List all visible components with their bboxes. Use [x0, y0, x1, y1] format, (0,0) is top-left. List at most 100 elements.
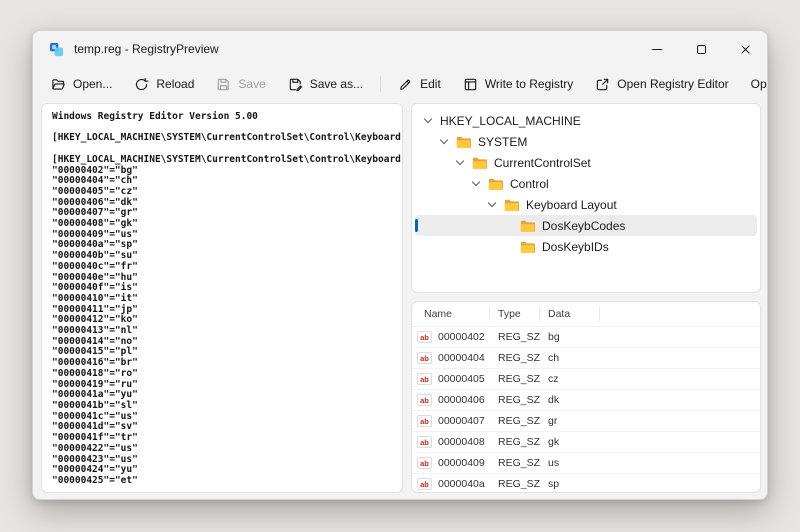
cell-data: dk — [540, 394, 559, 406]
cell-data: bg — [540, 331, 560, 343]
cell-type: REG_SZ — [490, 457, 540, 469]
toolbar-button-label: Open... — [73, 77, 112, 91]
column-header-data: Data — [540, 307, 600, 321]
registry-tree: HKEY_LOCAL_MACHINE SYSTEM CurrentControlSe… — [411, 103, 761, 293]
folder-icon — [520, 220, 535, 232]
folder-icon — [472, 157, 487, 169]
close-icon — [740, 44, 751, 55]
string-value-icon: ab — [417, 394, 432, 406]
cell-name: 0000040a — [432, 478, 490, 490]
tree-item-control[interactable]: Control — [415, 173, 757, 194]
value-row-00000405[interactable]: ab00000405REG_SZcz — [412, 368, 760, 389]
cell-name: 00000406 — [432, 394, 490, 406]
save-as-icon — [288, 77, 303, 92]
cell-type: REG_SZ — [490, 436, 540, 448]
write-registry-icon — [463, 77, 478, 92]
grid-body: ab00000402REG_SZbgab00000404REG_SZchab00… — [412, 326, 760, 493]
cell-type: REG_SZ — [490, 373, 540, 385]
tree-item-label: HKEY_LOCAL_MACHINE — [440, 114, 581, 128]
close-button[interactable] — [723, 31, 767, 67]
values-grid: Name Type Data ab00000402REG_SZbgab00000… — [411, 301, 761, 493]
chevron-down-icon[interactable] — [472, 178, 480, 186]
minimize-button[interactable] — [635, 31, 679, 67]
window-title: temp.reg - RegistryPreview — [74, 42, 219, 56]
cell-type: REG_SZ — [490, 352, 540, 364]
save-icon — [216, 77, 231, 92]
toolbar-button-save[interactable]: Save — [206, 71, 275, 97]
folder-icon — [520, 241, 535, 253]
folder-icon — [456, 136, 471, 148]
chevron-down-icon[interactable] — [456, 157, 464, 165]
tree-item-label: Control — [510, 177, 549, 191]
toolbar-button-open-registry-editor[interactable]: Open Registry Editor — [585, 71, 738, 97]
caption-buttons — [635, 31, 767, 67]
toolbar-button-open-key[interactable]: Open Key — [741, 71, 768, 97]
cell-data: ch — [540, 352, 559, 364]
toolbar: Open... Reload Save Save as... Edit Write to … — [33, 67, 767, 101]
tree-item-label: DosKeybIDs — [542, 240, 609, 254]
tree-item-label: Keyboard Layout — [526, 198, 617, 212]
toolbar-button-label: Save — [238, 77, 265, 91]
cell-name: 00000409 — [432, 457, 490, 469]
toolbar-button-label: Write to Registry — [485, 77, 573, 91]
toolbar-separator — [380, 76, 381, 92]
tree-item-currentcontrolset[interactable]: CurrentControlSet — [415, 152, 757, 173]
string-value-icon: ab — [417, 436, 432, 448]
chevron-down-icon[interactable] — [424, 115, 432, 123]
string-value-icon: ab — [417, 352, 432, 364]
open-external-icon — [595, 77, 610, 92]
toolbar-button-label: Open Registry Editor — [617, 77, 728, 91]
tree-item-doskeybids[interactable]: DosKeybIDs — [415, 236, 757, 257]
string-value-icon: ab — [417, 415, 432, 427]
toolbar-button-write-to-registry[interactable]: Write to Registry — [453, 71, 583, 97]
cell-name: 00000407 — [432, 415, 490, 427]
toolbar-button-label: Reload — [156, 77, 194, 91]
cell-name: 00000408 — [432, 436, 490, 448]
string-value-icon: ab — [417, 478, 432, 490]
toolbar-button-save-as[interactable]: Save as... — [278, 71, 373, 97]
grid-header: Name Type Data — [412, 302, 760, 326]
value-row-00000404[interactable]: ab00000404REG_SZch — [412, 347, 760, 368]
value-row-00000408[interactable]: ab00000408REG_SZgk — [412, 431, 760, 452]
cell-type: REG_SZ — [490, 478, 540, 490]
value-row-00000407[interactable]: ab00000407REG_SZgr — [412, 410, 760, 431]
maximize-button[interactable] — [679, 31, 723, 67]
chevron-down-icon[interactable] — [488, 199, 496, 207]
value-row-0000040a[interactable]: ab0000040aREG_SZsp — [412, 473, 760, 493]
chevron-down-icon[interactable] — [440, 136, 448, 144]
cell-data: sp — [540, 478, 559, 490]
reload-icon — [134, 77, 149, 92]
column-header-name: Name — [412, 307, 490, 321]
tree-item-label: CurrentControlSet — [494, 156, 591, 170]
tree-item-keyboard-layout[interactable]: Keyboard Layout — [415, 194, 757, 215]
edit-icon — [398, 77, 413, 92]
toolbar-button-label: Save as... — [310, 77, 363, 91]
string-value-icon: ab — [417, 373, 432, 385]
cell-type: REG_SZ — [490, 331, 540, 343]
value-row-00000406[interactable]: ab00000406REG_SZdk — [412, 389, 760, 410]
folder-icon — [504, 199, 519, 211]
reg-file-editor[interactable]: Windows Registry Editor Version 5.00 [HK… — [41, 103, 403, 493]
tree-item-hkey-local-machine[interactable]: HKEY_LOCAL_MACHINE — [415, 110, 757, 131]
tree-item-system[interactable]: SYSTEM — [415, 131, 757, 152]
open-folder-icon — [51, 77, 66, 92]
toolbar-button-open[interactable]: Open... — [41, 71, 122, 97]
tree-item-doskeybcodes[interactable]: DosKeybCodes — [415, 215, 757, 236]
minimize-icon — [652, 49, 662, 50]
value-row-00000409[interactable]: ab00000409REG_SZus — [412, 452, 760, 473]
value-row-00000402[interactable]: ab00000402REG_SZbg — [412, 326, 760, 347]
cell-name: 00000402 — [432, 331, 490, 343]
cell-data: gk — [540, 436, 559, 448]
folder-icon — [488, 178, 503, 190]
cell-data: gr — [540, 415, 557, 427]
maximize-icon — [697, 45, 706, 54]
toolbar-button-edit[interactable]: Edit — [388, 71, 451, 97]
editor-text: Windows Registry Editor Version 5.00 [HK… — [52, 112, 402, 487]
toolbar-button-reload[interactable]: Reload — [124, 71, 204, 97]
cell-data: cz — [540, 373, 559, 385]
title-bar[interactable]: temp.reg - RegistryPreview — [33, 31, 767, 67]
cell-name: 00000404 — [432, 352, 490, 364]
column-header-type: Type — [490, 307, 540, 321]
registry-preview-window: temp.reg - RegistryPreview Open... Reload… — [32, 30, 768, 500]
cell-data: us — [540, 457, 559, 469]
